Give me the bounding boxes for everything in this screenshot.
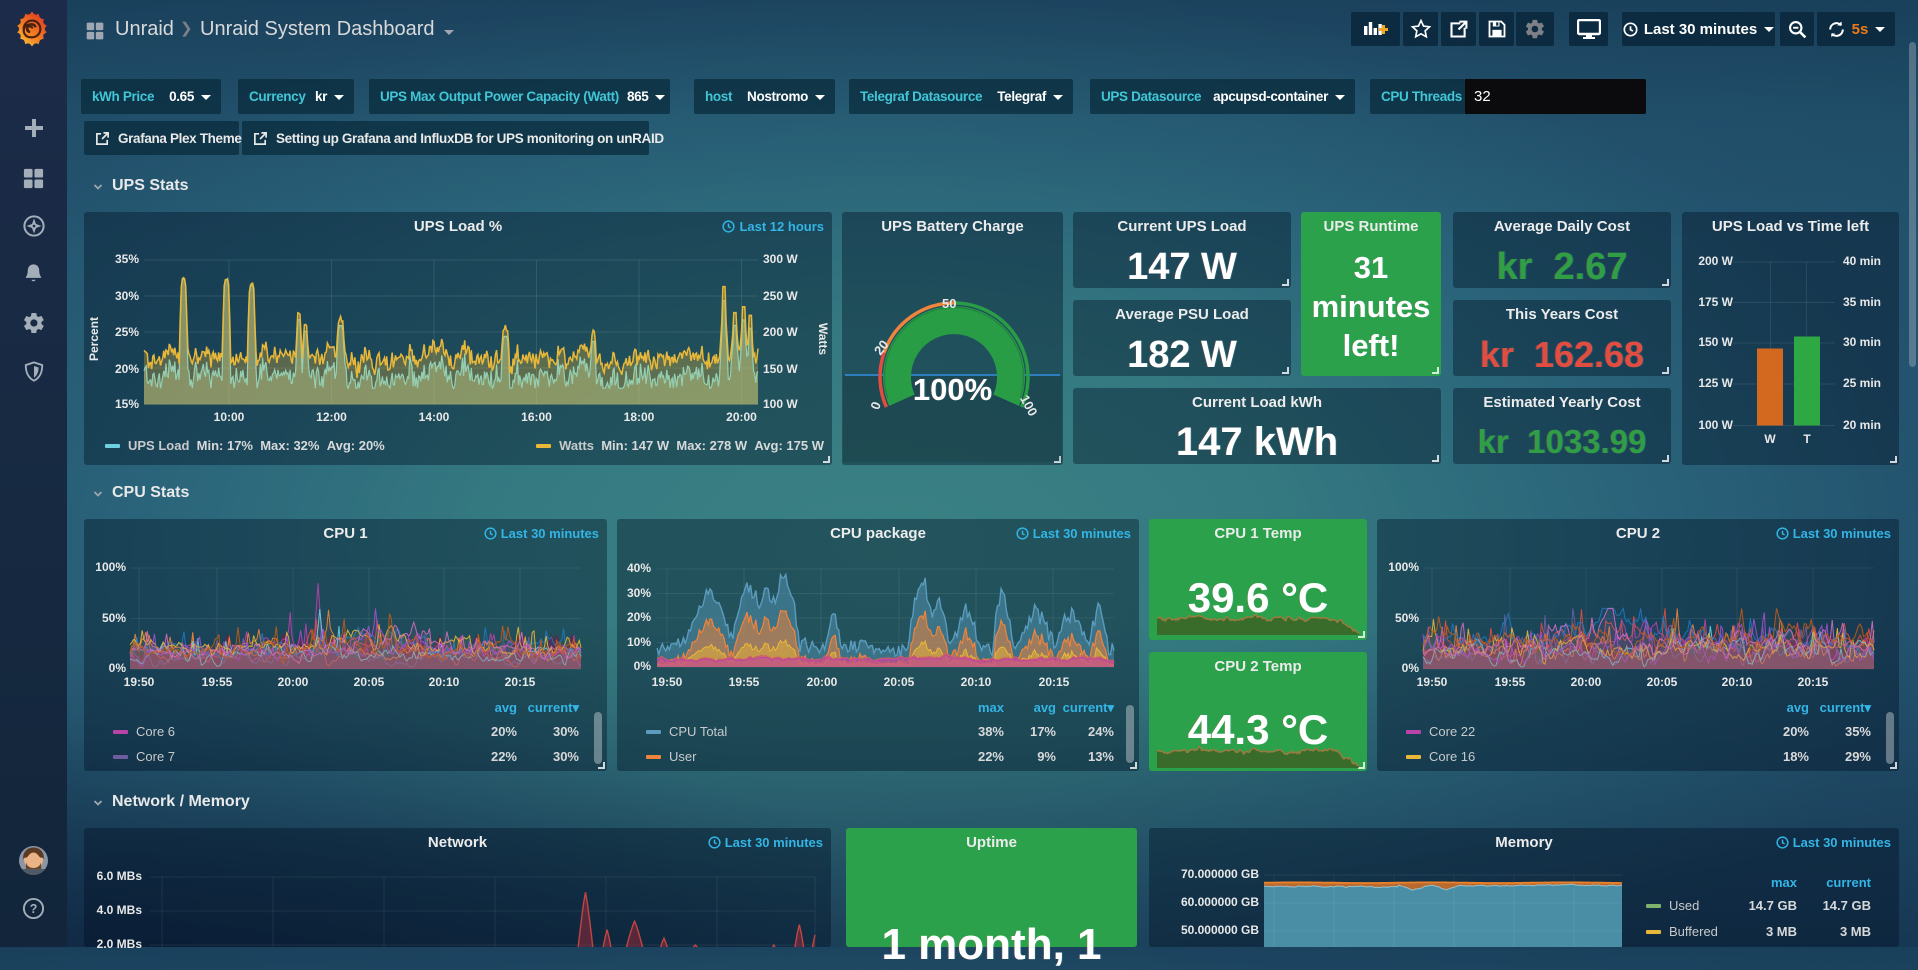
svg-text:?: ? xyxy=(30,902,38,916)
